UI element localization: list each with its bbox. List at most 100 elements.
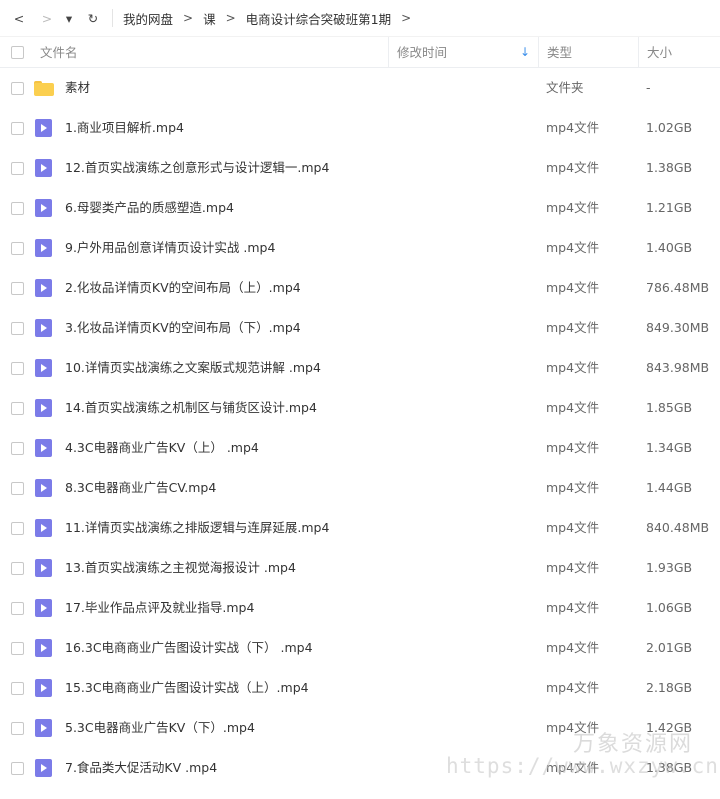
file-type: mp4文件 xyxy=(546,680,600,695)
column-header-name[interactable]: 文件名 xyxy=(40,37,78,68)
file-type: 文件夹 xyxy=(546,80,584,95)
row-checkbox[interactable] xyxy=(11,482,24,495)
file-type: mp4文件 xyxy=(546,200,600,215)
file-list: 素材 文件夹 - 1.商业项目解析.mp4 mp4文件 1.02GB 12.首页实战演练之创… xyxy=(0,68,720,788)
watermark-url: https://www.wxzyw.cn xyxy=(446,754,719,778)
file-name[interactable]: 6.母婴类产品的质感塑造.mp4 xyxy=(65,188,234,228)
video-icon xyxy=(35,159,52,177)
row-checkbox[interactable] xyxy=(11,562,24,575)
forward-button[interactable]: > xyxy=(36,7,58,29)
file-size: - xyxy=(646,80,651,95)
file-size: 1.21GB xyxy=(646,200,693,215)
sort-descending-icon[interactable]: ↓ xyxy=(520,37,530,68)
file-size: 1.38GB xyxy=(646,160,693,175)
video-icon xyxy=(35,359,52,377)
file-row[interactable]: 17.毕业作品点评及就业指导.mp4 mp4文件 1.06GB xyxy=(0,588,720,628)
file-name[interactable]: 10.详情页实战演练之文案版式规范讲解 .mp4 xyxy=(65,348,321,388)
row-checkbox[interactable] xyxy=(11,322,24,335)
file-row[interactable]: 1.商业项目解析.mp4 mp4文件 1.02GB xyxy=(0,108,720,148)
select-all-checkbox[interactable] xyxy=(11,46,24,59)
file-row[interactable]: 10.详情页实战演练之文案版式规范讲解 .mp4 mp4文件 843.98MB xyxy=(0,348,720,388)
column-header-size[interactable]: 大小 xyxy=(638,37,720,68)
file-type: mp4文件 xyxy=(546,440,600,455)
file-name[interactable]: 素材 xyxy=(65,68,90,108)
file-list-header: 文件名 修改时间 ↓ 类型 大小 xyxy=(0,36,720,68)
file-name[interactable]: 3.化妆品详情页KV的空间布局（下）.mp4 xyxy=(65,308,301,348)
file-type: mp4文件 xyxy=(546,160,600,175)
folder-row[interactable]: 素材 文件夹 - xyxy=(0,68,720,108)
column-header-type[interactable]: 类型 xyxy=(538,37,638,68)
breadcrumb-item-course[interactable]: 课 xyxy=(201,9,218,28)
file-size: 2.18GB xyxy=(646,680,693,695)
file-row[interactable]: 2.化妆品详情页KV的空间布局（上）.mp4 mp4文件 786.48MB xyxy=(0,268,720,308)
nav-divider xyxy=(112,9,113,27)
file-type: mp4文件 xyxy=(546,320,600,335)
file-row[interactable]: 6.母婴类产品的质感塑造.mp4 mp4文件 1.21GB xyxy=(0,188,720,228)
video-icon xyxy=(35,599,52,617)
file-name[interactable]: 17.毕业作品点评及就业指导.mp4 xyxy=(65,588,254,628)
row-checkbox[interactable] xyxy=(11,602,24,615)
file-type: mp4文件 xyxy=(546,120,600,135)
folder-icon xyxy=(34,79,54,97)
file-size: 1.06GB xyxy=(646,600,693,615)
row-checkbox[interactable] xyxy=(11,642,24,655)
file-row[interactable]: 4.3C电器商业广告KV（上） .mp4 mp4文件 1.34GB xyxy=(0,428,720,468)
file-type: mp4文件 xyxy=(546,520,600,535)
file-name[interactable]: 14.首页实战演练之机制区与铺货区设计.mp4 xyxy=(65,388,317,428)
file-type: mp4文件 xyxy=(546,400,600,415)
file-name[interactable]: 2.化妆品详情页KV的空间布局（上）.mp4 xyxy=(65,268,301,308)
file-row[interactable]: 14.首页实战演练之机制区与铺货区设计.mp4 mp4文件 1.85GB xyxy=(0,388,720,428)
file-name[interactable]: 12.首页实战演练之创意形式与设计逻辑一.mp4 xyxy=(65,148,329,188)
file-row[interactable]: 12.首页实战演练之创意形式与设计逻辑一.mp4 mp4文件 1.38GB xyxy=(0,148,720,188)
refresh-button[interactable]: ↻ xyxy=(82,7,104,29)
file-name[interactable]: 16.3C电商商业广告图设计实战（下） .mp4 xyxy=(65,628,313,668)
video-icon xyxy=(35,399,52,417)
file-name[interactable]: 15.3C电商商业广告图设计实战（上）.mp4 xyxy=(65,668,309,708)
row-checkbox[interactable] xyxy=(11,442,24,455)
file-type: mp4文件 xyxy=(546,480,600,495)
column-header-modified[interactable]: 修改时间 ↓ xyxy=(388,37,538,68)
file-row[interactable]: 8.3C电器商业广告CV.mp4 mp4文件 1.44GB xyxy=(0,468,720,508)
row-checkbox[interactable] xyxy=(11,362,24,375)
breadcrumb: 我的网盘 > 课 > 电商设计综合突破班第1期 > xyxy=(121,9,419,28)
history-dropdown-button[interactable]: ▾ xyxy=(62,7,76,29)
file-size: 849.30MB xyxy=(646,320,710,335)
file-name[interactable]: 5.3C电器商业广告KV（下）.mp4 xyxy=(65,708,255,748)
video-icon xyxy=(35,119,52,137)
file-size: 786.48MB xyxy=(646,280,710,295)
row-checkbox[interactable] xyxy=(11,82,24,95)
row-checkbox[interactable] xyxy=(11,202,24,215)
row-checkbox[interactable] xyxy=(11,522,24,535)
row-checkbox[interactable] xyxy=(11,242,24,255)
file-row[interactable]: 9.户外用品创意详情页设计实战 .mp4 mp4文件 1.40GB xyxy=(0,228,720,268)
file-row[interactable]: 11.详情页实战演练之排版逻辑与连屏延展.mp4 mp4文件 840.48MB xyxy=(0,508,720,548)
file-row[interactable]: 3.化妆品详情页KV的空间布局（下）.mp4 mp4文件 849.30MB xyxy=(0,308,720,348)
file-size: 2.01GB xyxy=(646,640,693,655)
file-name[interactable]: 11.详情页实战演练之排版逻辑与连屏延展.mp4 xyxy=(65,508,329,548)
file-size: 1.85GB xyxy=(646,400,693,415)
row-checkbox[interactable] xyxy=(11,282,24,295)
file-name[interactable]: 7.食品类大促活动KV .mp4 xyxy=(65,748,217,788)
file-name[interactable]: 8.3C电器商业广告CV.mp4 xyxy=(65,468,216,508)
file-row[interactable]: 13.首页实战演练之主视觉海报设计 .mp4 mp4文件 1.93GB xyxy=(0,548,720,588)
row-checkbox[interactable] xyxy=(11,762,24,775)
file-size: 843.98MB xyxy=(646,360,710,375)
video-icon xyxy=(35,439,52,457)
breadcrumb-item-my-drive[interactable]: 我的网盘 xyxy=(121,9,175,28)
file-row[interactable]: 16.3C电商商业广告图设计实战（下） .mp4 mp4文件 2.01GB xyxy=(0,628,720,668)
row-checkbox[interactable] xyxy=(11,682,24,695)
file-name[interactable]: 4.3C电器商业广告KV（上） .mp4 xyxy=(65,428,259,468)
file-name[interactable]: 13.首页实战演练之主视觉海报设计 .mp4 xyxy=(65,548,296,588)
file-name[interactable]: 9.户外用品创意详情页设计实战 .mp4 xyxy=(65,228,275,268)
file-type: mp4文件 xyxy=(546,240,600,255)
file-size: 1.93GB xyxy=(646,560,693,575)
file-row[interactable]: 15.3C电商商业广告图设计实战（上）.mp4 mp4文件 2.18GB xyxy=(0,668,720,708)
row-checkbox[interactable] xyxy=(11,402,24,415)
row-checkbox[interactable] xyxy=(11,162,24,175)
back-button[interactable]: < xyxy=(8,7,30,29)
row-checkbox[interactable] xyxy=(11,122,24,135)
row-checkbox[interactable] xyxy=(11,722,24,735)
file-name[interactable]: 1.商业项目解析.mp4 xyxy=(65,108,184,148)
video-icon xyxy=(35,519,52,537)
breadcrumb-item-current-folder[interactable]: 电商设计综合突破班第1期 xyxy=(244,9,393,28)
